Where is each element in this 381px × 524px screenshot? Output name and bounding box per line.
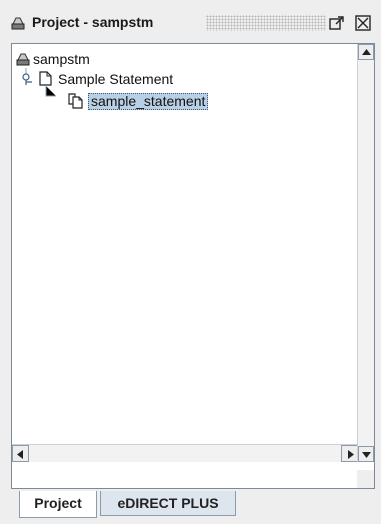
copy-document-icon: [68, 93, 83, 109]
project-tree[interactable]: sampstm Sample Statement sample_statemen…: [12, 44, 358, 462]
tab-edirect-plus[interactable]: eDIRECT PLUS: [100, 491, 236, 516]
panel-titlebar[interactable]: Project - sampstm: [8, 10, 376, 36]
tree-node-label: sampstm: [33, 51, 90, 67]
tree-node-label: Sample Statement: [58, 71, 174, 87]
scroll-left-button[interactable]: [12, 445, 29, 462]
scroll-up-button[interactable]: [358, 44, 374, 60]
scroll-down-arrow-icon: [362, 452, 371, 458]
scroll-right-arrow-icon: [348, 450, 354, 459]
scroll-right-button[interactable]: [341, 445, 358, 462]
expand-handle-icon[interactable]: [22, 73, 34, 85]
panel-title: Project - sampstm: [32, 14, 154, 30]
project-icon: [11, 17, 25, 30]
vertical-scrollbar[interactable]: [357, 44, 374, 462]
project-tree-frame: sampstm Sample Statement sample_statemen…: [11, 43, 375, 489]
tab-project[interactable]: Project: [19, 491, 97, 518]
title-grip: [206, 15, 326, 31]
close-icon[interactable]: [354, 14, 372, 32]
project-panel: Project - sampstm sampstm Sample Stateme…: [0, 0, 381, 524]
scrollbar-corner: [357, 470, 374, 488]
horizontal-scrollbar[interactable]: [12, 444, 358, 462]
document-icon: [39, 71, 52, 86]
panel-tabs: Project eDIRECT PLUS: [11, 491, 375, 519]
scroll-up-arrow-icon: [362, 49, 371, 55]
project-icon: [16, 53, 30, 66]
undock-icon[interactable]: [328, 14, 346, 32]
scroll-left-arrow-icon: [17, 450, 23, 459]
scroll-down-button[interactable]: [358, 446, 374, 462]
tree-node-label-selected: sample_statement: [88, 93, 209, 110]
